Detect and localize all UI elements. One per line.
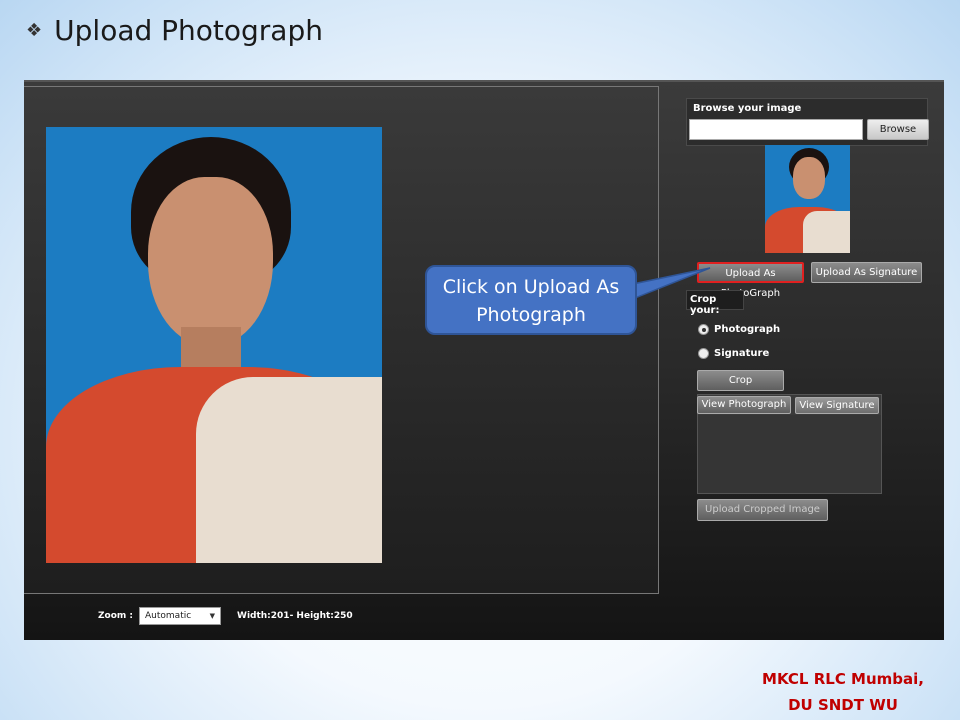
browse-file-input[interactable] xyxy=(689,119,863,140)
footer-line2: DU SNDT WU xyxy=(788,696,898,714)
upload-cropped-image-button[interactable]: Upload Cropped Image xyxy=(697,499,828,521)
browse-button[interactable]: Browse xyxy=(867,119,929,140)
view-photograph-tab[interactable]: View Photograph xyxy=(697,396,791,414)
view-signature-tab[interactable]: View Signature xyxy=(795,397,879,414)
zoom-select[interactable]: Automatic ▼ xyxy=(139,607,222,625)
uploaded-photo[interactable] xyxy=(46,127,382,563)
slide-title: ❖ Upload Photograph xyxy=(26,14,323,47)
slide-title-text: Upload Photograph xyxy=(54,14,323,47)
diamond-bullet-icon: ❖ xyxy=(26,20,43,41)
radio-signature[interactable]: Signature xyxy=(698,348,769,359)
radio-photograph[interactable]: Photograph xyxy=(698,324,780,335)
upload-app-window: Zoom : Automatic ▼ Width:201- Height:250… xyxy=(24,80,944,640)
callout-annotation: Click on Upload As Photograph xyxy=(425,265,637,335)
image-dimensions: Width:201- Height:250 xyxy=(237,611,353,621)
image-canvas-panel xyxy=(24,86,659,594)
footer-line1: MKCL RLC Mumbai, xyxy=(762,670,924,688)
zoom-label: Zoom : xyxy=(98,611,134,621)
zoom-selected-value: Automatic xyxy=(145,611,192,621)
radio-signature-label: Signature xyxy=(714,348,770,359)
view-preview-area xyxy=(698,415,881,493)
radio-checked-icon[interactable] xyxy=(698,324,709,335)
chevron-down-icon: ▼ xyxy=(209,612,216,620)
radio-photograph-label: Photograph xyxy=(714,324,781,335)
upload-as-photograph-button[interactable]: Upload As PhotoGraph xyxy=(697,262,804,299)
browse-box: Browse your image Browse xyxy=(686,98,929,146)
crop-button[interactable]: Crop xyxy=(697,370,784,391)
footer-credit: MKCL RLC Mumbai, DU SNDT WU xyxy=(762,666,924,718)
radio-unchecked-icon[interactable] xyxy=(698,348,709,359)
crop-label: Crop your: xyxy=(686,290,744,316)
upload-as-signature-button[interactable]: Upload As Signature xyxy=(811,262,922,283)
zoom-bar: Zoom : Automatic ▼ Width:201- Height:250 xyxy=(98,607,353,625)
browse-label: Browse your image xyxy=(693,103,802,114)
photo-thumbnail xyxy=(765,145,850,253)
